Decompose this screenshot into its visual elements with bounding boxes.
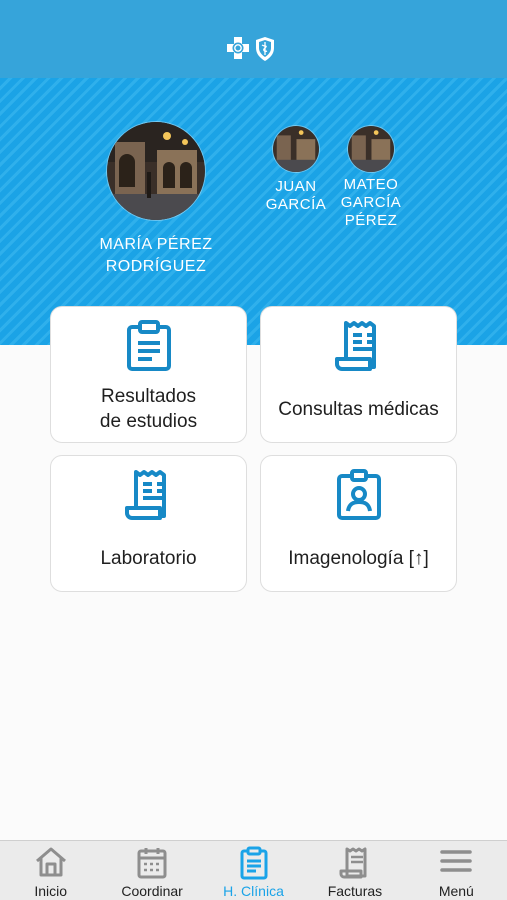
clipboard-icon <box>51 319 246 371</box>
blue-shield-icon <box>256 37 274 61</box>
tab-label: Menú <box>438 883 474 899</box>
calendar-icon <box>101 846 202 880</box>
top-bar <box>0 0 507 78</box>
tab-h-clinica[interactable]: H. Clínica <box>203 841 304 900</box>
avatar <box>348 126 394 172</box>
tab-label: H. Clínica <box>223 883 284 899</box>
tab-label: Facturas <box>327 883 383 899</box>
profile-mateo-garcia-perez[interactable]: MATEO GARCÍA PÉREZ <box>331 126 411 230</box>
tab-label: Coordinar <box>121 883 183 899</box>
lab-receipt-icon <box>51 468 246 520</box>
avatar <box>107 122 205 220</box>
profile-hero-banner <box>0 78 507 345</box>
card-imagenologia[interactable]: Imagenología [↑] <box>260 455 457 592</box>
profile-name-line3: PÉREZ <box>344 212 398 229</box>
profile-name-line2: RODRÍGUEZ <box>105 258 207 275</box>
profile-juan-garcia[interactable]: JUAN GARCÍA <box>256 126 336 214</box>
profile-name-line1: MARÍA PÉREZ <box>99 236 213 253</box>
invoice-icon <box>304 846 405 880</box>
card-label: Laboratorio <box>100 547 197 569</box>
card-consultas-medicas[interactable]: Consultas médicas <box>260 306 457 443</box>
profile-name-line2: GARCÍA <box>340 194 402 211</box>
tab-menu[interactable]: Menú <box>406 841 507 900</box>
tab-label: Inicio <box>34 883 68 899</box>
avatar <box>273 126 319 172</box>
profile-name-line1: MATEO <box>343 176 399 193</box>
id-badge-icon <box>261 468 456 520</box>
profile-name-line2: GARCÍA <box>265 196 327 213</box>
blue-cross-icon <box>227 37 249 59</box>
card-label: Imagenología [↑] <box>288 547 429 569</box>
tab-facturas[interactable]: Facturas <box>304 841 405 900</box>
card-label: Consultas médicas <box>278 398 439 420</box>
card-label: Resultados de estudios <box>99 386 198 432</box>
clipboard-icon <box>203 846 304 880</box>
hamburger-menu-icon <box>406 846 507 880</box>
tab-coordinar[interactable]: Coordinar <box>101 841 202 900</box>
profile-name-line1: JUAN <box>275 178 317 195</box>
card-laboratorio[interactable]: Laboratorio <box>50 455 247 592</box>
card-resultados-estudios[interactable]: Resultados de estudios <box>50 306 247 443</box>
bluecross-blueshield-logo-icon <box>226 36 276 62</box>
bottom-tab-bar: Inicio Coordinar H. Clínica Facturas Men… <box>0 840 507 900</box>
tab-inicio[interactable]: Inicio <box>0 841 101 900</box>
home-icon <box>0 846 101 880</box>
receipt-scroll-icon <box>261 319 456 371</box>
profile-maria-perez[interactable]: MARÍA PÉREZ RODRÍGUEZ <box>86 122 226 278</box>
